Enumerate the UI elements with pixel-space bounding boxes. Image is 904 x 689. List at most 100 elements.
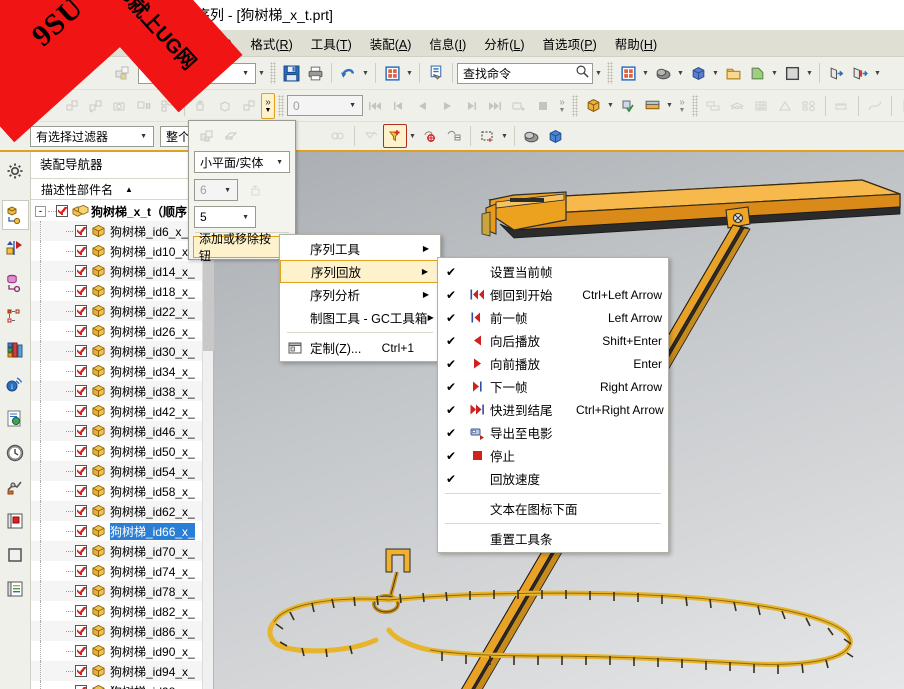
component-checkbox[interactable] (75, 425, 87, 437)
part-navigator-icon[interactable] (2, 268, 29, 298)
table-row[interactable]: 狗树梯_id6_x_t (31, 221, 203, 241)
cube-dropdown-icon[interactable]: ▼ (710, 62, 721, 84)
table-row[interactable]: 狗树梯_id14_x_ (31, 261, 203, 281)
submenu-item-13[interactable]: 重置工具条 (438, 527, 668, 550)
numbering-icon[interactable] (797, 94, 821, 118)
table-row[interactable]: 狗树梯_id50_x_ (31, 441, 203, 461)
menu-item-7[interactable]: 首选项(P) (534, 31, 606, 56)
undo-icon[interactable] (336, 61, 360, 85)
link-icon[interactable] (237, 94, 261, 118)
menu-item-5[interactable]: 信息(I) (420, 31, 475, 56)
checkmark-icon[interactable]: ✔ (438, 426, 464, 440)
context-menu-item-3[interactable]: 制图工具 - GC工具箱 ▶ (280, 306, 440, 329)
checkmark-icon[interactable]: ✔ (438, 265, 464, 279)
context-menu-item-5[interactable]: 定制(Z)... Ctrl+1 (280, 336, 440, 359)
component-checkbox[interactable] (75, 505, 87, 517)
component-checkbox[interactable] (75, 225, 87, 237)
component-checkbox[interactable] (75, 345, 87, 357)
export-movie-icon[interactable] (507, 94, 531, 118)
command-finder-input[interactable]: 查找命令 (457, 62, 593, 84)
hide-component-icon[interactable] (219, 124, 243, 148)
component-checkbox[interactable] (75, 405, 87, 417)
erase-icon[interactable] (359, 124, 383, 148)
component-name-label[interactable]: 狗树梯_id42_x_ (110, 403, 195, 420)
hd3d-tools-icon[interactable] (2, 574, 29, 604)
count-combo[interactable]: 6 ▼ (194, 179, 238, 201)
play-forward-icon[interactable] (435, 94, 459, 118)
roles-icon[interactable] (2, 472, 29, 502)
stack-icon[interactable] (725, 94, 749, 118)
table-row[interactable]: 狗树梯_id30_x_ (31, 341, 203, 361)
component-checkbox[interactable] (75, 285, 87, 297)
history-icon[interactable] (2, 404, 29, 434)
component-name-label[interactable]: 狗树梯_id22_x_ (110, 303, 195, 320)
menu-item-6[interactable]: 分析(L) (475, 31, 533, 56)
table-row[interactable]: 狗树梯_id46_x_ (31, 421, 203, 441)
join-icon[interactable] (326, 124, 350, 148)
component-name-label[interactable]: 狗树梯_id26_x_ (110, 323, 195, 340)
print-icon[interactable] (303, 61, 327, 85)
component-name-label[interactable]: 狗树梯_id94_x_ (110, 663, 195, 680)
layer-icon[interactable] (745, 61, 769, 85)
component-checkbox[interactable] (75, 325, 87, 337)
ghost-icon[interactable] (213, 94, 237, 118)
table-row[interactable]: 狗树梯_id38_x_ (31, 381, 203, 401)
context-submenu-sequence-playback[interactable]: ✔ 设置当前帧 ✔ 倒回到开始 Ctrl+Left Arrow ✔ 前一帧 Left Arro… (437, 257, 669, 553)
add-constraint-icon[interactable] (244, 178, 268, 202)
playback-overflow-button[interactable]: » ▼ (555, 93, 569, 119)
grid-icon[interactable] (749, 94, 773, 118)
solid-icon[interactable] (543, 124, 567, 148)
submenu-item-3[interactable]: ✔ 向后播放 Shift+Enter (438, 329, 668, 352)
component-checkbox[interactable] (75, 305, 87, 317)
blank-panel-icon[interactable] (2, 506, 29, 536)
submenu-item-6[interactable]: ✔ 快进到结尾 Ctrl+Right Arrow (438, 398, 668, 421)
assembly-navigator-icon[interactable] (1, 200, 29, 230)
reuse-library-icon[interactable] (2, 302, 29, 332)
submenu-item-2[interactable]: ✔ 前一帧 Left Arrow (438, 306, 668, 329)
shade-icon[interactable] (519, 124, 543, 148)
context-menu-item-2[interactable]: 序列分析 ▶ (280, 283, 440, 306)
menu-item-4[interactable]: 装配(A) (361, 31, 421, 56)
system-scene-icon[interactable] (2, 540, 29, 570)
component-checkbox[interactable] (75, 685, 87, 689)
selection-filter-combo[interactable]: 有选择过滤器 ▼ (30, 125, 154, 147)
shading-icon[interactable] (651, 61, 675, 85)
edge-icon[interactable] (773, 94, 797, 118)
toolbar-grip[interactable] (270, 62, 276, 84)
blank-dropdown-icon[interactable]: ▼ (804, 62, 815, 84)
component-name-label[interactable]: 狗树梯_id10_x_ (110, 243, 195, 260)
level-combo[interactable]: 5 ▼ (194, 206, 256, 228)
component-name-label[interactable]: 狗树梯_id98_x_ (110, 683, 195, 689)
table-row[interactable]: 狗树梯_id66_x_ (31, 521, 203, 541)
pattern-component-icon[interactable] (110, 61, 134, 85)
pattern-component-icon[interactable] (195, 124, 219, 148)
previous-frame-icon[interactable] (387, 94, 411, 118)
component-name-label[interactable]: 狗树梯_id38_x_ (110, 383, 195, 400)
submenu-item-4[interactable]: ✔ 向前播放 Enter (438, 352, 668, 375)
component-name-label[interactable]: 狗树梯_id18_x_ (110, 283, 195, 300)
check-face-icon[interactable] (616, 94, 640, 118)
checkmark-icon[interactable]: ✔ (438, 380, 464, 394)
component-name-label[interactable]: 狗树梯_id90_x_ (110, 643, 195, 660)
table-row[interactable]: 狗树梯_id58_x_ (31, 481, 203, 501)
constraint-navigator-icon[interactable] (2, 234, 29, 264)
rect-select-dropdown-icon[interactable]: ▼ (499, 125, 510, 147)
web-browser-icon[interactable]: i (2, 370, 29, 400)
component-name-label[interactable]: 狗树梯_id34_x_ (110, 363, 195, 380)
table-row[interactable]: 狗树梯_id78_x_ (31, 581, 203, 601)
utility-overflow-button[interactable]: » ▼ (675, 93, 689, 119)
component-checkbox[interactable] (75, 245, 87, 257)
component-checkbox[interactable] (75, 605, 87, 617)
toolbar-grip-utility[interactable] (572, 94, 578, 117)
assembly-tree[interactable]: - 狗树梯_x_t（顺序： 狗树梯_id6_x_t 狗树梯_id10_x_ 狗树梯_id… (31, 201, 203, 689)
table-row[interactable]: 狗树梯_id54_x_ (31, 461, 203, 481)
properties-icon[interactable] (424, 61, 448, 85)
component-name-label[interactable]: 狗树梯_id70_x_ (110, 543, 195, 560)
context-menu-item-1[interactable]: 序列回放 ▶ (280, 260, 440, 283)
layout-dropdown-icon[interactable]: ▼ (640, 62, 651, 84)
curve-icon[interactable] (863, 94, 887, 118)
blank-icon[interactable] (780, 61, 804, 85)
tree-expander-icon[interactable]: - (35, 205, 46, 217)
sort-ascending-icon[interactable]: ▲ (125, 185, 133, 194)
view-in-icon[interactable] (824, 61, 848, 85)
